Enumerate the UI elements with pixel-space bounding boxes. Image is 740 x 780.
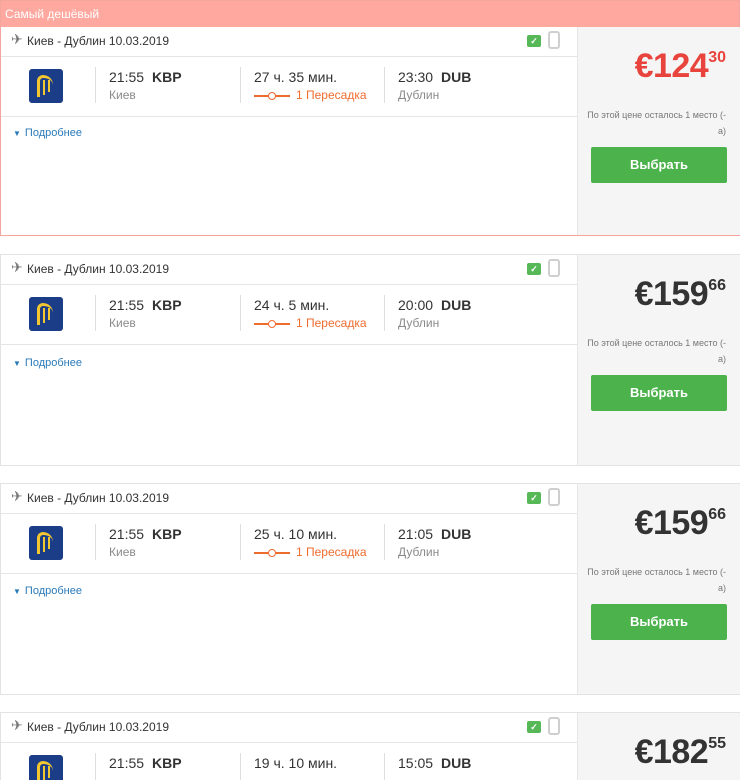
transfer-count: 1 Пересадка (296, 88, 367, 102)
plane-icon: ✈ (11, 717, 23, 733)
departure-city: Киев (109, 316, 136, 330)
price: €15966 (634, 275, 726, 313)
departure-city: Киев (109, 88, 136, 102)
caret-down-icon: ▼ (13, 129, 21, 138)
cheapest-badge: Самый дешёвый (1, 1, 739, 27)
flight-segment: 21:55 KBP Киев 27 ч. 35 мин. 1 Пересадка … (1, 57, 577, 117)
seats-left-note: По этой цене осталось 1 место (-а) (587, 338, 726, 364)
route-label: Киев - Дублин 10.03.2019 (27, 34, 169, 48)
seats-left-note: По этой цене осталось 1 место (-а) (587, 110, 726, 136)
departure-time: 21:55 (109, 69, 145, 85)
departure-airport: KBP (152, 526, 182, 542)
departure-time: 21:55 (109, 297, 145, 313)
route-label: Киев - Дублин 10.03.2019 (27, 720, 169, 734)
details-link[interactable]: ▼ Подробнее (13, 585, 82, 597)
plane-icon: ✈ (11, 259, 23, 275)
arrival-city: Дублин (398, 316, 440, 330)
details-link[interactable]: ▼ Подробнее (13, 127, 82, 139)
arrival-airport: DUB (441, 69, 472, 85)
arrival-time: 21:05 (398, 526, 434, 542)
choose-button[interactable]: Выбрать (591, 604, 727, 640)
choose-button[interactable]: Выбрать (591, 147, 727, 183)
transfer-line-icon (254, 91, 290, 100)
arrival-airport: DUB (441, 526, 472, 542)
departure-time: 21:55 (109, 755, 145, 771)
route-header: ✈ Киев - Дублин 10.03.2019 ✓ (1, 255, 577, 285)
flight-duration: 27 ч. 35 мин. (254, 69, 338, 85)
transfer-count: 1 Пересадка (296, 316, 367, 330)
arrival-time: 20:00 (398, 297, 434, 313)
arrival-time: 23:30 (398, 69, 434, 85)
price: €18255 (634, 733, 726, 771)
flight-duration: 19 ч. 10 мин. (254, 755, 338, 771)
hand-baggage-icon: ✓ (527, 721, 541, 733)
plane-icon: ✈ (11, 488, 23, 504)
hand-baggage-icon: ✓ (527, 263, 541, 275)
checked-baggage-icon (548, 31, 560, 49)
departure-airport: KBP (152, 297, 182, 313)
checked-baggage-icon (548, 259, 560, 277)
price: €15966 (634, 504, 726, 542)
arrival-city: Дублин (398, 88, 440, 102)
route-header: ✈ Киев - Дублин 10.03.2019 ✓ (1, 713, 577, 743)
caret-down-icon: ▼ (13, 587, 21, 596)
route-header: ✈ Киев - Дублин 10.03.2019 ✓ (1, 27, 577, 57)
hand-baggage-icon: ✓ (527, 492, 541, 504)
arrival-airport: DUB (441, 297, 472, 313)
route-label: Киев - Дублин 10.03.2019 (27, 262, 169, 276)
flight-segment: 21:55 KBP 19 ч. 10 мин. 15:05 DUB (1, 743, 577, 780)
result-card: ✈ Киев - Дублин 10.03.2019 ✓ 21:55 KBP Ки… (0, 254, 740, 466)
caret-down-icon: ▼ (13, 359, 21, 368)
checked-baggage-icon (548, 488, 560, 506)
choose-button[interactable]: Выбрать (591, 375, 727, 411)
departure-airport: KBP (152, 69, 182, 85)
seats-left-note: По этой цене осталось 1 место (-а) (587, 567, 726, 593)
plane-icon: ✈ (11, 31, 23, 47)
transfer-line-icon (254, 548, 290, 557)
ryanair-logo (29, 297, 63, 331)
route-header: ✈ Киев - Дублин 10.03.2019 ✓ (1, 484, 577, 514)
departure-city: Киев (109, 545, 136, 559)
flight-duration: 24 ч. 5 мин. (254, 297, 330, 313)
transfer-count: 1 Пересадка (296, 545, 367, 559)
flight-segment: 21:55 KBP Киев 25 ч. 10 мин. 1 Пересадка … (1, 514, 577, 574)
result-card: ✈ Киев - Дублин 10.03.2019 ✓ 21:55 KBP Ки… (0, 483, 740, 695)
departure-time: 21:55 (109, 526, 145, 542)
ryanair-logo (29, 526, 63, 560)
result-card: Самый дешёвый ✈ Киев - Дублин 10.03.2019… (0, 0, 740, 236)
ryanair-logo (29, 69, 63, 103)
checked-baggage-icon (548, 717, 560, 735)
transfer-line-icon (254, 319, 290, 328)
flight-segment: 21:55 KBP Киев 24 ч. 5 мин. 1 Пересадка 2… (1, 285, 577, 345)
arrival-airport: DUB (441, 755, 472, 771)
details-link[interactable]: ▼ Подробнее (13, 357, 82, 369)
departure-airport: KBP (152, 755, 182, 771)
flight-duration: 25 ч. 10 мин. (254, 526, 338, 542)
hand-baggage-icon: ✓ (527, 35, 541, 47)
arrival-city: Дублин (398, 545, 440, 559)
ryanair-logo (29, 755, 63, 780)
arrival-time: 15:05 (398, 755, 434, 771)
route-label: Киев - Дублин 10.03.2019 (27, 491, 169, 505)
price: €12430 (634, 47, 726, 85)
result-card: ✈ Киев - Дублин 10.03.2019 ✓ 21:55 KBP 19… (0, 712, 740, 780)
